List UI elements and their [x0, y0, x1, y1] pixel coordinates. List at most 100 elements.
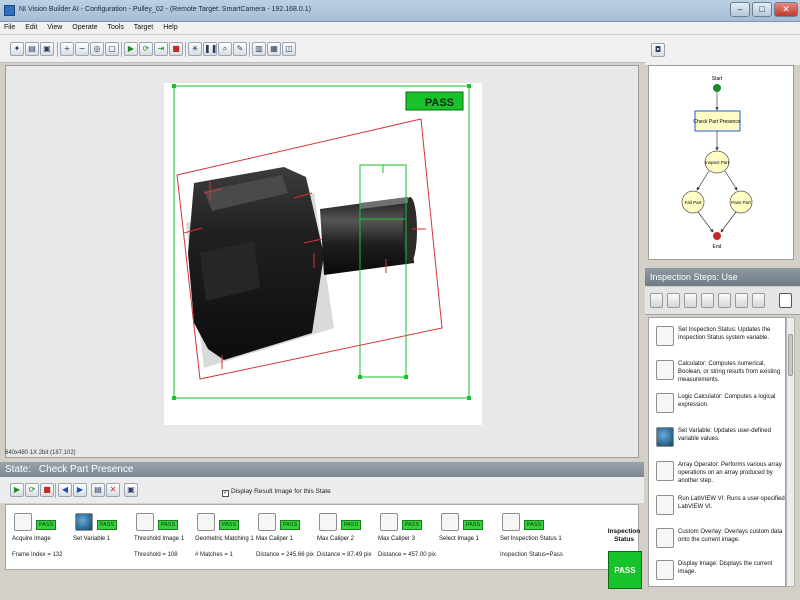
scrollbar-thumb[interactable]: [788, 334, 793, 376]
palette-item-text: Custom Overlay: Overlays custom data ont…: [678, 529, 783, 543]
display-result-checkbox[interactable]: ✓: [222, 490, 229, 497]
step-status-badge: PASS: [36, 520, 56, 530]
menu-bar: File Edit View Operate Tools Target Help: [0, 22, 800, 35]
open-icon[interactable]: ▤: [25, 42, 39, 56]
title-bar: NI Vision Builder AI - Configuration - P…: [0, 0, 800, 22]
step-acquire-image[interactable]: PASS Acquire Image Frame Index = 132: [10, 513, 72, 569]
stop-icon[interactable]: ■: [169, 42, 183, 56]
palette-list: Set Inspection Status: Updates the Inspe…: [648, 317, 786, 587]
menu-target[interactable]: Target: [130, 22, 157, 31]
highlight-icon[interactable]: ✎: [233, 42, 247, 56]
inspection-image: PASS: [164, 83, 482, 425]
palette-scrollbar[interactable]: [786, 317, 795, 587]
toolbar-separator: [55, 483, 56, 498]
menu-edit[interactable]: Edit: [21, 22, 41, 31]
state-diagram[interactable]: Start Check Part Presence Inspect Part F…: [648, 65, 794, 260]
flow-pass-part-label: Pass Part: [731, 200, 751, 205]
image-display[interactable]: PASS: [5, 65, 639, 458]
palette-tabs: [645, 287, 800, 315]
run-continuous-icon[interactable]: ⟳: [139, 42, 153, 56]
tab-measure-icon[interactable]: [701, 293, 714, 308]
run-step-icon[interactable]: ⇥: [154, 42, 168, 56]
save-icon[interactable]: ▣: [40, 42, 54, 56]
tab-check-icon[interactable]: [718, 293, 731, 308]
threshold-icon: [136, 513, 154, 531]
select-image-icon: [441, 513, 459, 531]
loop-state-icon[interactable]: ⟳: [25, 483, 39, 497]
tab-identify-icon[interactable]: [735, 293, 748, 308]
new-icon[interactable]: ✦: [10, 42, 24, 56]
step-select-image[interactable]: PASS Select Image 1: [437, 513, 499, 569]
step-max-caliper-3[interactable]: PASS Max Caliper 3 Distance = 457.00 pix: [376, 513, 438, 569]
step-threshold-image[interactable]: PASS Threshold Image 1 Threshold = 108: [132, 513, 194, 569]
step-set-inspection-status[interactable]: PASS Set Inspection Status 1 Inspection …: [498, 513, 563, 569]
tab-communicate-icon[interactable]: [752, 293, 765, 308]
tab-acquire-icon[interactable]: [650, 293, 663, 308]
caliper-icon: [380, 513, 398, 531]
close-button[interactable]: ✕: [774, 2, 798, 17]
camera-icon: [14, 513, 32, 531]
zoom-actual-icon[interactable]: ▢: [105, 42, 119, 56]
inspect-icon[interactable]: ⌕: [218, 42, 232, 56]
step-status-badge: PASS: [158, 520, 178, 530]
layout-icon[interactable]: ▥: [252, 42, 266, 56]
camera-icon[interactable]: ◫: [282, 42, 296, 56]
state-diagram-canvas: Start Check Part Presence Inspect Part F…: [681, 76, 753, 250]
stop-state-icon[interactable]: ■: [40, 483, 54, 497]
run-once-icon[interactable]: ▶: [124, 42, 138, 56]
step-status-badge: PASS: [402, 520, 422, 530]
pause-icon[interactable]: ❚❚: [203, 42, 217, 56]
flow-start-label: Start: [712, 76, 723, 82]
app-icon: [4, 5, 15, 16]
flow-fail-part-label: Fail Part: [685, 200, 703, 205]
flow-check-part-label: Check Part Presence: [693, 119, 740, 125]
step-value: Inspection Status=Pass: [500, 552, 563, 558]
display-result-option[interactable]: ✓ Display Result Image for this State: [222, 488, 331, 497]
zoom-in-icon[interactable]: +: [60, 42, 74, 56]
menu-help[interactable]: Help: [159, 22, 181, 31]
arrow-left-icon[interactable]: ◀: [58, 483, 72, 497]
tab-enhance-icon[interactable]: [667, 293, 680, 308]
lightbulb-icon[interactable]: ☀: [188, 42, 202, 56]
properties-icon[interactable]: ▤: [91, 483, 105, 497]
inspection-status-pass: PASS: [608, 551, 642, 589]
inspection-steps-header: Inspection Steps: Use: [645, 268, 800, 286]
menu-file[interactable]: File: [0, 22, 19, 31]
logic-calculator-icon: [656, 393, 674, 413]
delete-icon[interactable]: ✕: [106, 483, 120, 497]
flow-end-node[interactable]: [713, 232, 721, 240]
inspection-status-label: Status: [614, 536, 634, 543]
overlay-icon[interactable]: ▦: [267, 42, 281, 56]
menu-operate[interactable]: Operate: [68, 22, 101, 31]
step-status-badge: PASS: [524, 520, 544, 530]
palette-item-text: Display Image: Displays the current imag…: [678, 561, 773, 575]
step-geometric-matching[interactable]: PASS Geometric Matching 1 # Matches = 1: [193, 513, 255, 569]
tab-locate-icon[interactable]: [684, 293, 697, 308]
traffic-light-icon: [656, 326, 674, 346]
palette-item-text: Run LabVIEW VI: Runs a user-specified La…: [678, 496, 785, 510]
toolbar-separator: [57, 42, 58, 57]
step-set-variable[interactable]: PASS Set Variable 1: [71, 513, 133, 569]
minimize-button[interactable]: –: [730, 2, 750, 17]
maximize-button[interactable]: □: [752, 2, 772, 17]
run-state-icon[interactable]: ▶: [10, 483, 24, 497]
zoom-fit-icon[interactable]: ◎: [90, 42, 104, 56]
toolbar-separator: [185, 42, 186, 57]
array-icon: [656, 461, 674, 481]
menu-view[interactable]: View: [43, 22, 66, 31]
flow-start-node[interactable]: [713, 84, 721, 92]
inspection-steps-strip: PASS Acquire Image Frame Index = 132 PAS…: [5, 504, 639, 570]
target-icon[interactable]: ◘: [651, 43, 665, 57]
arrow-right-icon[interactable]: ▶: [73, 483, 87, 497]
tab-use-icon[interactable]: [779, 293, 792, 308]
zoom-out-icon[interactable]: −: [75, 42, 89, 56]
flow-end-label: End: [713, 244, 722, 250]
geometric-match-icon: [197, 513, 215, 531]
step-max-caliper-2[interactable]: PASS Max Caliper 2 Distance = 87.49 pix: [315, 513, 377, 569]
menu-tools[interactable]: Tools: [104, 22, 128, 31]
image-icon[interactable]: ▣: [124, 483, 138, 497]
palette-item-text: Set Inspection Status: Updates the Inspe…: [678, 327, 771, 341]
palette-item-text: Array Operator: Performs various array o…: [678, 462, 782, 484]
step-max-caliper-1[interactable]: PASS Max Caliper 1 Distance = 245.66 pix: [254, 513, 316, 569]
globe-icon: [75, 513, 93, 531]
